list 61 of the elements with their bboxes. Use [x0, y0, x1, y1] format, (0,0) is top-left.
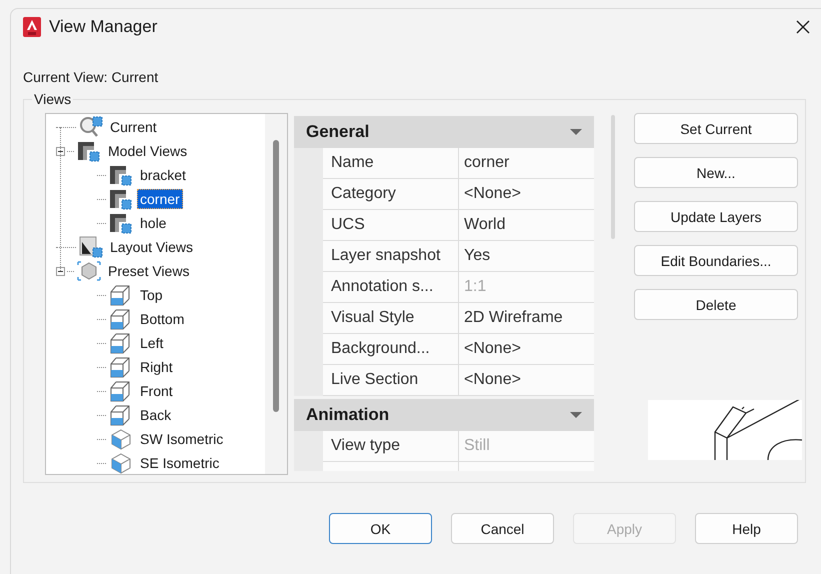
- section-title: Animation: [306, 405, 390, 425]
- property-label: Name: [323, 148, 458, 179]
- property-label: View type: [323, 431, 458, 462]
- action-button[interactable]: Update Layers: [634, 201, 798, 232]
- property-value[interactable]: <None>: [458, 334, 594, 365]
- tree-item[interactable]: Layout Views: [107, 237, 196, 257]
- property-label: Visual Style: [323, 303, 458, 334]
- dialog-button[interactable]: Help: [695, 513, 798, 544]
- tree-item[interactable]: hole: [137, 213, 170, 233]
- window-title: View Manager: [49, 17, 158, 37]
- tree-item[interactable]: Left: [137, 333, 166, 353]
- view-frame-icon: [108, 188, 134, 210]
- view-frame-icon: [76, 140, 102, 162]
- tree-item[interactable]: bracket: [137, 165, 189, 185]
- tree-item[interactable]: Current: [107, 117, 160, 137]
- tree-item[interactable]: SW Isometric: [137, 429, 226, 449]
- magnifier-icon: [78, 116, 104, 138]
- hexagon-icon: [76, 260, 102, 282]
- tree-item[interactable]: Model Views: [105, 141, 190, 161]
- section-header[interactable]: General: [294, 116, 594, 148]
- caret-icon[interactable]: [570, 412, 582, 418]
- scrollbar-thumb[interactable]: [273, 140, 279, 412]
- property-label: Layer snapshot: [323, 241, 458, 272]
- expander-icon[interactable]: [56, 146, 65, 156]
- expander-icon[interactable]: [56, 266, 65, 276]
- property-value[interactable]: corner: [458, 148, 594, 179]
- tree-item[interactable]: Right: [137, 357, 176, 377]
- property-label: Live Section: [323, 365, 458, 396]
- layout-sheet-icon: [78, 236, 104, 258]
- section-title: General: [306, 122, 370, 142]
- action-button[interactable]: New...: [634, 157, 798, 188]
- property-value[interactable]: Yes: [458, 241, 594, 272]
- view-frame-icon: [108, 164, 134, 186]
- property-value[interactable]: <None>: [458, 365, 594, 396]
- tree-item[interactable]: Bottom: [137, 309, 188, 329]
- action-button[interactable]: Delete: [634, 289, 798, 320]
- tree-item[interactable]: Top: [137, 285, 166, 305]
- section-header[interactable]: Animation: [294, 399, 594, 431]
- action-button[interactable]: Edit Boundaries...: [634, 245, 798, 276]
- action-button[interactable]: Set Current: [634, 113, 798, 144]
- tree-item[interactable]: SE Isometric: [137, 453, 222, 473]
- property-label: Annotation s...: [323, 272, 458, 303]
- app-logo-icon: [23, 17, 41, 37]
- property-label: Category: [323, 179, 458, 210]
- group-label: Views: [33, 91, 72, 107]
- tree-item[interactable]: Front: [137, 381, 176, 401]
- property-label: Background...: [323, 334, 458, 365]
- property-value[interactable]: <None>: [458, 179, 594, 210]
- view-frame-icon: [108, 212, 134, 234]
- tree-item[interactable]: Back: [137, 405, 174, 425]
- scrollbar[interactable]: [265, 114, 287, 474]
- dialog-button[interactable]: Cancel: [451, 513, 554, 544]
- current-view-label: Current View: Current: [23, 69, 160, 85]
- dialog-button[interactable]: OK: [329, 513, 432, 544]
- tree-item[interactable]: corner: [137, 189, 183, 209]
- property-value[interactable]: World: [458, 210, 594, 241]
- close-icon[interactable]: [795, 19, 811, 35]
- tree-item[interactable]: Preset Views: [105, 261, 192, 281]
- property-label: UCS: [323, 210, 458, 241]
- caret-icon[interactable]: [570, 129, 582, 135]
- property-value[interactable]: 2D Wireframe: [458, 303, 594, 334]
